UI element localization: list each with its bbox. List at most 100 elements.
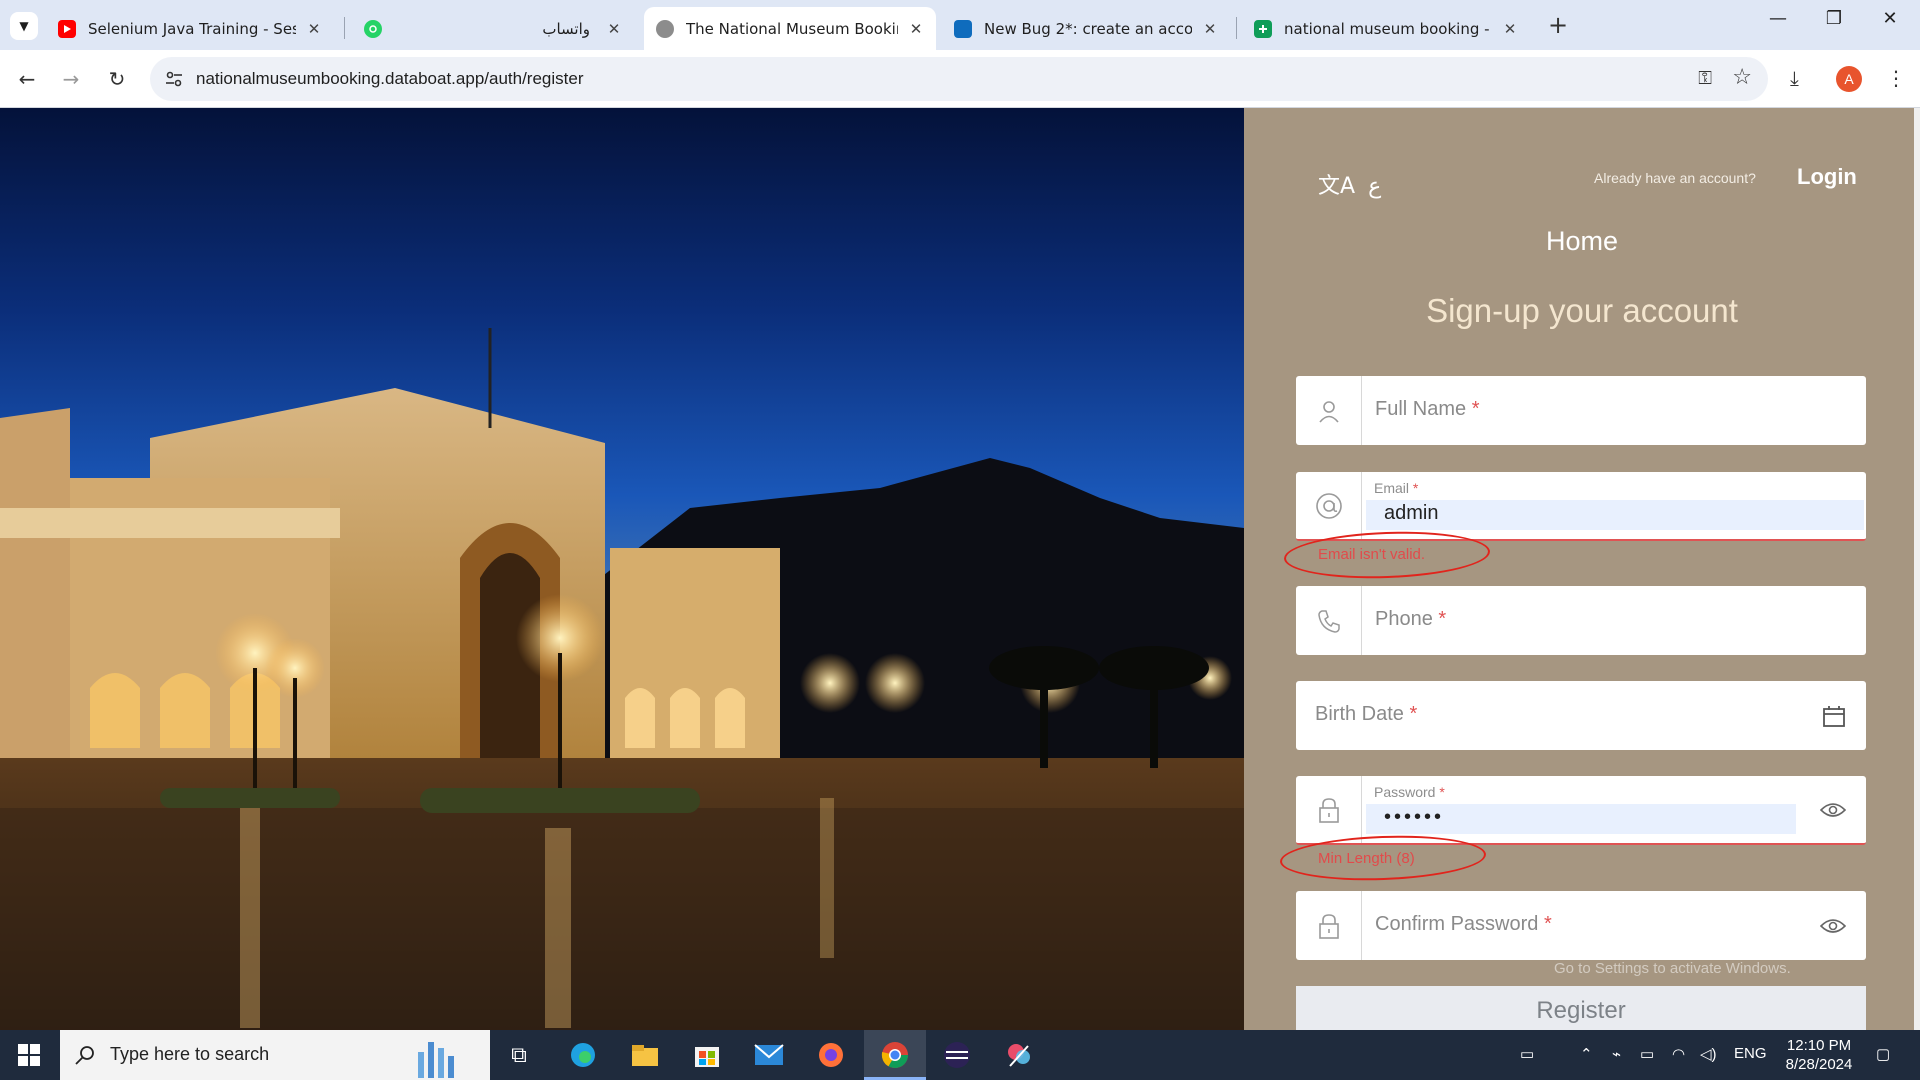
arabic-language-label: ع — [1368, 174, 1382, 199]
register-button[interactable]: Register — [1296, 986, 1866, 1030]
email-field[interactable]: Email * admin — [1296, 472, 1866, 541]
address-bar[interactable]: nationalmuseumbooking.databoat.app/auth/… — [150, 57, 1768, 101]
restore-button[interactable]: ❐ — [1814, 8, 1854, 29]
tab-divider — [1236, 17, 1237, 39]
reload-button[interactable]: ↻ — [102, 64, 132, 94]
activate-windows-subtitle: Go to Settings to activate Windows. — [1554, 960, 1791, 977]
search-icon — [75, 1046, 94, 1065]
password-value: •••••• — [1384, 806, 1445, 828]
tab-title: national museum booking - Goo — [1284, 19, 1492, 38]
close-tab-icon[interactable]: ✕ — [1202, 20, 1218, 38]
news-widget-icon[interactable]: ▭ — [1520, 1045, 1534, 1063]
tab-selenium-training[interactable]: Selenium Java Training - Session ✕ — [46, 7, 334, 50]
email-label: Email * — [1374, 480, 1419, 496]
tab-title: New Bug 2*: create an account — [984, 19, 1192, 38]
close-tab-icon[interactable]: ✕ — [908, 20, 924, 38]
museum-hero-image — [0, 108, 1244, 1030]
show-confirm-password-eye-icon[interactable] — [1820, 891, 1846, 960]
whatsapp-icon — [364, 19, 382, 38]
at-sign-icon — [1296, 472, 1362, 539]
lock-icon — [1296, 891, 1362, 960]
site-info-icon[interactable] — [164, 69, 184, 89]
phone-field[interactable]: Phone * — [1296, 586, 1866, 655]
tab-new-bug[interactable]: New Bug 2*: create an account ✕ — [942, 7, 1230, 50]
microsoft-store-icon[interactable] — [690, 1039, 724, 1071]
battery-icon[interactable]: ▭ — [1640, 1045, 1654, 1063]
tab-title: Selenium Java Training - Session — [88, 19, 296, 38]
museum-favicon-icon — [656, 19, 674, 38]
user-icon — [1296, 376, 1362, 445]
close-tab-icon[interactable]: ✕ — [1502, 20, 1518, 38]
password-field[interactable]: Password * •••••• — [1296, 776, 1866, 845]
lock-icon — [1296, 776, 1362, 843]
minimize-button[interactable]: — — [1758, 8, 1798, 29]
bookmark-star-icon[interactable]: ☆ — [1732, 65, 1752, 90]
phone-icon — [1296, 586, 1362, 655]
chrome-icon[interactable] — [878, 1039, 912, 1071]
password-input[interactable]: •••••• — [1366, 804, 1796, 834]
input-language-label[interactable]: ENG — [1734, 1045, 1767, 1062]
youtube-icon — [58, 19, 76, 38]
birth-date-field[interactable]: Birth Date * — [1296, 681, 1866, 750]
tab-whatsapp[interactable]: واتساب ✕ — [352, 7, 634, 50]
email-value: admin — [1384, 502, 1439, 524]
calendar-icon[interactable] — [1822, 681, 1846, 750]
profile-avatar[interactable]: A — [1836, 66, 1862, 92]
password-label: Password * — [1374, 784, 1445, 800]
download-icon[interactable]: ⤓ — [1790, 66, 1799, 90]
task-view-icon[interactable]: ⧉ — [502, 1039, 536, 1071]
birth-date-placeholder: Birth Date * — [1315, 703, 1418, 725]
menu-icon[interactable]: ⋮ — [1886, 66, 1906, 90]
eclipse-icon[interactable] — [940, 1039, 974, 1071]
browser-toolbar: ← → ↻ nationalmuseumbooking.databoat.app… — [0, 50, 1920, 108]
search-highlight-skyline-icon — [418, 1042, 454, 1078]
azure-devops-icon — [954, 19, 972, 38]
browser-tab-bar: ▼ Selenium Java Training - Session ✕ وات… — [0, 0, 1920, 50]
taskbar-search-placeholder: Type here to search — [110, 1044, 270, 1064]
page-content: 文A ع Already have an account? Login Home… — [0, 108, 1920, 1030]
activate-windows-watermark: Activate Windows — [1554, 926, 1744, 953]
file-explorer-icon[interactable] — [628, 1039, 662, 1071]
meet-now-icon[interactable]: ⌁ — [1612, 1045, 1621, 1063]
notifications-icon[interactable]: ▢ — [1876, 1045, 1890, 1063]
clock-date: 8/28/2024 — [1785, 1056, 1853, 1073]
show-password-eye-icon[interactable] — [1820, 776, 1846, 843]
firefox-icon[interactable] — [814, 1039, 848, 1071]
tab-google-sheets[interactable]: national museum booking - Goo ✕ — [1242, 7, 1530, 50]
taskbar-search-box[interactable]: Type here to search — [60, 1030, 490, 1080]
url-text[interactable]: nationalmuseumbooking.databoat.app/auth/… — [196, 69, 584, 89]
mail-icon[interactable] — [752, 1039, 786, 1071]
close-window-button[interactable]: ✕ — [1870, 8, 1910, 29]
register-panel: 文A ع Already have an account? Login Home… — [1244, 108, 1920, 1030]
tab-title: واتساب — [542, 19, 590, 38]
back-button[interactable]: ← — [12, 64, 42, 94]
confirm-password-placeholder: Confirm Password * — [1375, 913, 1552, 935]
close-tab-icon[interactable]: ✕ — [306, 20, 322, 38]
google-sheets-icon — [1254, 19, 1272, 38]
login-link[interactable]: Login — [1797, 164, 1857, 190]
windows-start-icon[interactable] — [18, 1044, 40, 1066]
tab-search-button[interactable]: ▼ — [10, 12, 38, 40]
email-input[interactable]: admin — [1366, 500, 1864, 530]
page-scrollbar[interactable] — [1914, 108, 1920, 1030]
snipping-tool-icon[interactable] — [1002, 1039, 1036, 1071]
tab-divider — [344, 17, 345, 39]
phone-placeholder: Phone * — [1375, 608, 1447, 630]
forward-button[interactable]: → — [56, 64, 86, 94]
new-tab-button[interactable]: + — [1544, 12, 1572, 40]
tab-national-museum-booking[interactable]: The National Museum Booking ✕ — [644, 7, 936, 50]
edge-icon[interactable] — [566, 1039, 600, 1071]
full-name-field[interactable]: Full Name * — [1296, 376, 1866, 445]
windows-taskbar: Type here to search ⧉ ▭ ⌃ ⌁ ▭ ◠ ◁) ENG 1… — [0, 1030, 1920, 1080]
home-link[interactable]: Home — [1244, 226, 1920, 257]
volume-icon[interactable]: ◁) — [1700, 1045, 1717, 1063]
language-switch-icon[interactable]: 文A ع — [1318, 168, 1381, 200]
wifi-icon[interactable]: ◠ — [1672, 1045, 1685, 1063]
show-hidden-icons-chevron-icon[interactable]: ⌃ — [1580, 1045, 1593, 1063]
password-key-icon[interactable]: ⚿ — [1698, 68, 1712, 89]
already-have-account-text: Already have an account? — [1594, 170, 1756, 186]
signup-title: Sign-up your account — [1426, 292, 1738, 329]
close-tab-icon[interactable]: ✕ — [606, 20, 622, 38]
tab-title: The National Museum Booking — [686, 19, 898, 38]
system-clock[interactable]: 12:10 PM 8/28/2024 — [1774, 1036, 1864, 1074]
